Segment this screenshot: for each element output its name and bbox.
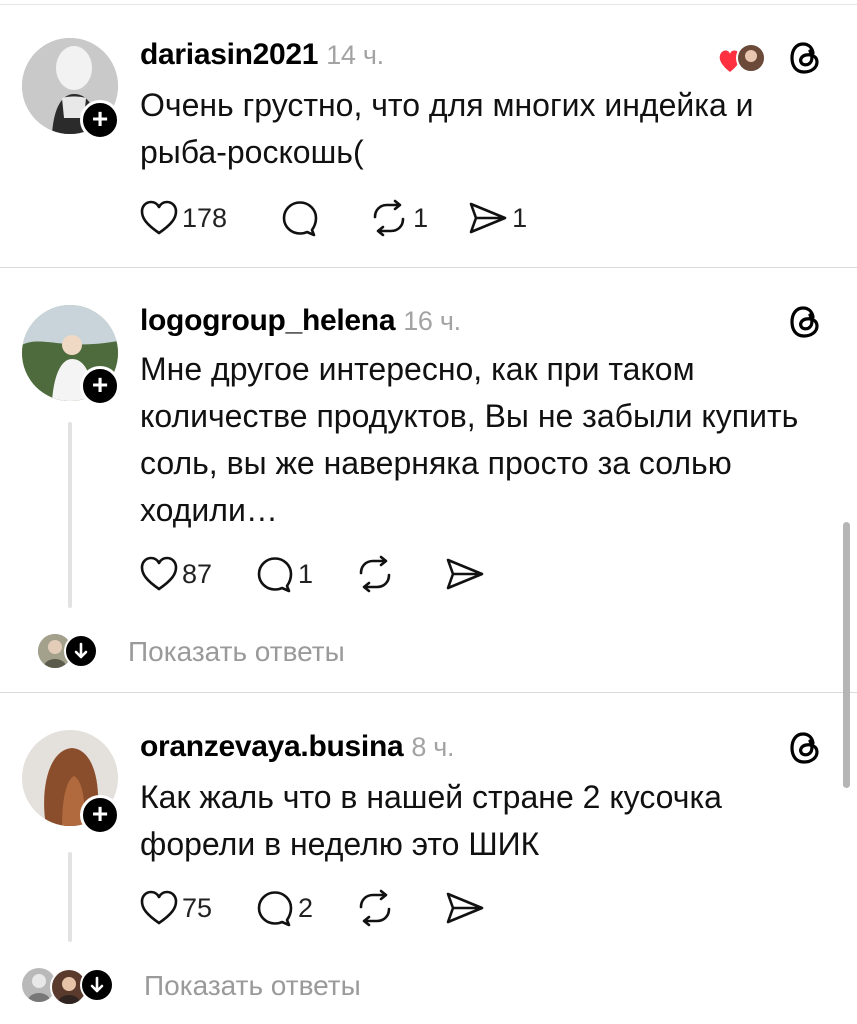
threads-icon[interactable] [786,728,826,768]
comment-count: 2 [298,892,314,923]
post-actions: 178 1 1 [140,198,563,238]
repost-button[interactable] [355,555,399,593]
post-text: Очень грустно, что для многих индейка и … [140,87,754,170]
show-replies-link[interactable]: Показать ответы [144,970,361,1002]
thread-line [68,852,72,942]
share-count: 1 [512,202,528,233]
comment-button[interactable]: 1 [256,555,313,593]
post-time: 14 ч. [326,40,384,70]
repost-button[interactable] [355,889,399,927]
post-username[interactable]: dariasin2021 14 ч. [140,38,384,72]
show-replies-link[interactable]: Показать ответы [128,636,345,668]
scrollbar[interactable] [843,522,850,788]
username-text[interactable]: oranzevaya.busina [140,730,404,763]
expand-replies-icon[interactable] [64,634,98,668]
heart-icon [140,890,178,925]
thread-line [68,422,72,608]
repost-button[interactable]: 1 [369,199,428,237]
share-icon [446,892,484,924]
post-actions: 75 2 [140,888,525,928]
like-count: 87 [182,558,213,589]
liked-by-avatar-icon[interactable] [718,42,766,76]
share-icon [469,202,507,234]
threads-icon[interactable] [786,302,826,342]
share-button[interactable] [445,556,489,592]
share-icon [446,558,484,590]
heart-icon [140,556,178,591]
comment-icon [282,201,318,237]
follow-plus-icon[interactable]: + [80,366,120,406]
post-divider [0,692,857,693]
comment-button[interactable] [281,199,323,237]
share-button[interactable]: 1 [468,200,527,236]
post-username[interactable]: oranzevaya.busina 8 ч. [140,730,455,764]
username-text[interactable]: logogroup_helena [140,304,396,337]
comment-icon [257,557,293,593]
comment-icon [257,891,293,927]
top-divider [0,4,857,5]
post-username[interactable]: logogroup_helena 16 ч. [140,304,461,338]
post-text: Как жаль что в нашей стране 2 кусочка фо… [140,779,722,862]
like-button[interactable]: 178 [140,200,227,236]
repost-icon [373,199,405,237]
follow-plus-icon[interactable]: + [80,100,120,140]
expand-replies-icon[interactable] [80,968,114,1002]
share-button[interactable] [445,890,489,926]
repost-count: 1 [413,202,429,233]
post-text: Мне другое интересно, как при таком коли… [140,351,799,528]
heart-icon [140,200,178,235]
like-button[interactable]: 75 [140,890,212,926]
repost-icon [359,889,391,927]
comment-button[interactable]: 2 [256,889,313,927]
follow-plus-icon[interactable]: + [80,795,120,835]
like-count: 75 [182,892,213,923]
like-count: 178 [182,202,228,233]
post-actions: 87 1 [140,554,525,594]
post-divider [0,267,857,268]
threads-icon[interactable] [786,38,826,78]
username-text[interactable]: dariasin2021 [140,38,318,71]
like-button[interactable]: 87 [140,556,212,592]
post-time: 8 ч. [411,732,455,762]
comment-count: 1 [298,558,314,589]
post-time: 16 ч. [403,306,461,336]
repost-icon [359,555,391,593]
